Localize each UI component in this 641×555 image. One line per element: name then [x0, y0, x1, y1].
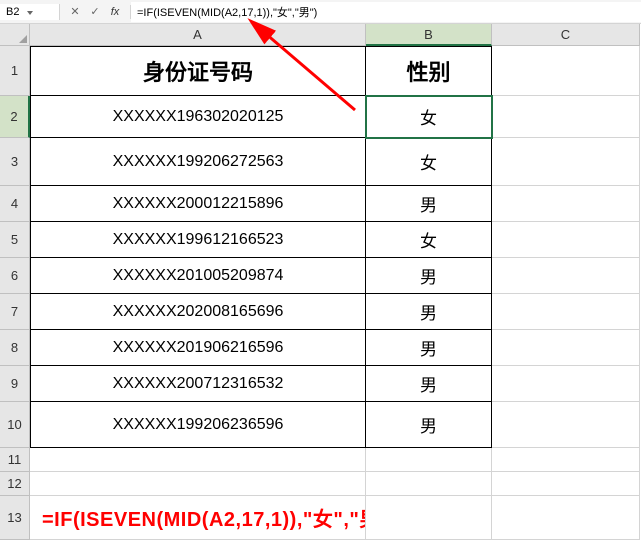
cell-C10[interactable]	[492, 402, 640, 448]
cell-C13[interactable]	[492, 496, 640, 540]
cell-C6[interactable]	[492, 258, 640, 294]
row-header-4[interactable]: 4	[0, 186, 30, 222]
cell-A13[interactable]: =IF(ISEVEN(MID(A2,17,1)),"女","男")	[30, 496, 366, 540]
cell-B9[interactable]: 男	[366, 366, 492, 402]
cell-C11[interactable]	[492, 448, 640, 472]
row-header-2[interactable]: 2	[0, 96, 30, 138]
row-header-5[interactable]: 5	[0, 222, 30, 258]
cell-A9[interactable]: XXXXXX200712316532	[30, 366, 366, 402]
table-row: 4 XXXXXX200012215896 男	[0, 186, 641, 222]
cell-B2[interactable]: 女	[366, 96, 492, 138]
row-header-7[interactable]: 7	[0, 294, 30, 330]
cell-C5[interactable]	[492, 222, 640, 258]
cell-reference: B2	[6, 6, 19, 18]
row-header-3[interactable]: 3	[0, 138, 30, 186]
cell-C8[interactable]	[492, 330, 640, 366]
cell-C1[interactable]	[492, 46, 640, 96]
cell-B5[interactable]: 女	[366, 222, 492, 258]
formula-input[interactable]: =IF(ISEVEN(MID(A2,17,1)),"女","男")	[131, 2, 641, 22]
cell-C7[interactable]	[492, 294, 640, 330]
row-header-10[interactable]: 10	[0, 402, 30, 448]
cell-B4[interactable]: 男	[366, 186, 492, 222]
table-row: 10 XXXXXX199206236596 男	[0, 402, 641, 448]
table-row: 1 身份证号码 性别	[0, 46, 641, 96]
cell-B10[interactable]: 男	[366, 402, 492, 448]
table-row: 6 XXXXXX201005209874 男	[0, 258, 641, 294]
name-box[interactable]: B2	[0, 4, 60, 20]
confirm-icon[interactable]: ✓	[88, 5, 102, 19]
cell-B3[interactable]: 女	[366, 138, 492, 186]
cell-A7[interactable]: XXXXXX202008165696	[30, 294, 366, 330]
sheet-area: A B C 1 身份证号码 性别 2 XXXXXX196302020125 女 …	[0, 24, 641, 540]
cell-A10[interactable]: XXXXXX199206236596	[30, 402, 366, 448]
cell-A3[interactable]: XXXXXX199206272563	[30, 138, 366, 186]
row-header-11[interactable]: 11	[0, 448, 30, 472]
cell-B8[interactable]: 男	[366, 330, 492, 366]
table-row: 5 XXXXXX199612166523 女	[0, 222, 641, 258]
corner-triangle-icon	[19, 35, 27, 43]
table-row: 12	[0, 472, 641, 496]
cancel-icon[interactable]: ✕	[68, 5, 82, 19]
select-all-corner[interactable]	[0, 24, 30, 46]
cell-C12[interactable]	[492, 472, 640, 496]
table-row: 11	[0, 448, 641, 472]
column-headers: A B C	[30, 24, 641, 46]
cell-A6[interactable]: XXXXXX201005209874	[30, 258, 366, 294]
cell-B11[interactable]	[366, 448, 492, 472]
cell-B7[interactable]: 男	[366, 294, 492, 330]
cell-A1[interactable]: 身份证号码	[30, 46, 366, 96]
formula-bar: B2 ✕ ✓ fx =IF(ISEVEN(MID(A2,17,1)),"女","…	[0, 0, 641, 24]
column-header-A[interactable]: A	[30, 24, 366, 46]
row-header-1[interactable]: 1	[0, 46, 30, 96]
cell-C9[interactable]	[492, 366, 640, 402]
table-row: 2 XXXXXX196302020125 女	[0, 96, 641, 138]
cell-A4[interactable]: XXXXXX200012215896	[30, 186, 366, 222]
formula-bar-buttons: ✕ ✓ fx	[60, 5, 131, 19]
cell-B1[interactable]: 性别	[366, 46, 492, 96]
cell-C2[interactable]	[492, 96, 640, 138]
table-row: 7 XXXXXX202008165696 男	[0, 294, 641, 330]
row-header-8[interactable]: 8	[0, 330, 30, 366]
fx-icon[interactable]: fx	[108, 5, 122, 19]
table-row: 8 XXXXXX201906216596 男	[0, 330, 641, 366]
cell-A5[interactable]: XXXXXX199612166523	[30, 222, 366, 258]
row-header-6[interactable]: 6	[0, 258, 30, 294]
table-row: 3 XXXXXX199206272563 女	[0, 138, 641, 186]
column-header-B[interactable]: B	[366, 24, 492, 46]
cell-C4[interactable]	[492, 186, 640, 222]
row-header-9[interactable]: 9	[0, 366, 30, 402]
grid-rows: 1 身份证号码 性别 2 XXXXXX196302020125 女 3 XXXX…	[0, 46, 641, 540]
cell-B13[interactable]	[366, 496, 492, 540]
cell-A2[interactable]: XXXXXX196302020125	[30, 96, 366, 138]
name-box-dropdown-icon[interactable]	[27, 11, 33, 15]
cell-B6[interactable]: 男	[366, 258, 492, 294]
cell-A11[interactable]	[30, 448, 366, 472]
table-row: 9 XXXXXX200712316532 男	[0, 366, 641, 402]
cell-C3[interactable]	[492, 138, 640, 186]
row-header-12[interactable]: 12	[0, 472, 30, 496]
cell-A12[interactable]	[30, 472, 366, 496]
column-header-C[interactable]: C	[492, 24, 640, 46]
cell-B12[interactable]	[366, 472, 492, 496]
table-row: 13 =IF(ISEVEN(MID(A2,17,1)),"女","男")	[0, 496, 641, 540]
row-header-13[interactable]: 13	[0, 496, 30, 540]
cell-A8[interactable]: XXXXXX201906216596	[30, 330, 366, 366]
